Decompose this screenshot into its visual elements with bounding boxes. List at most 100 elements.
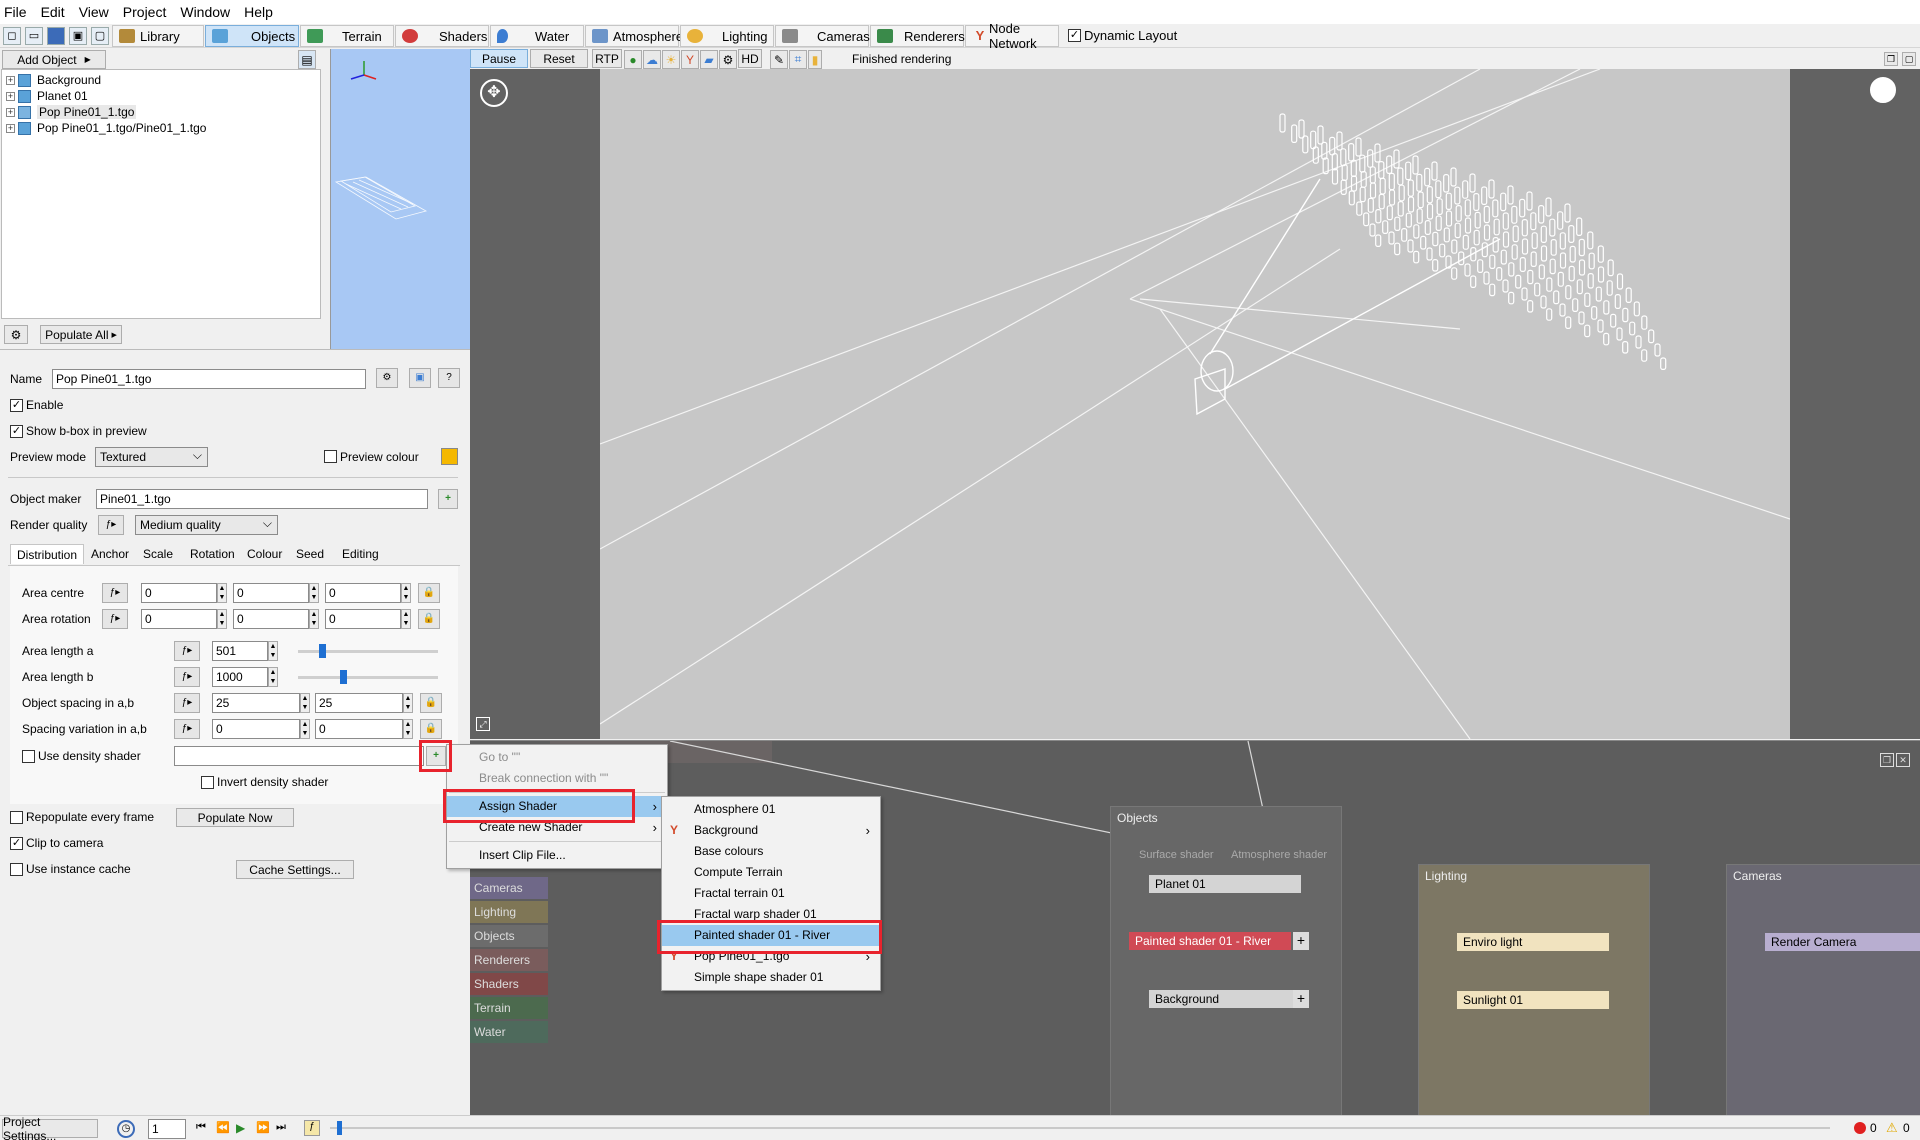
play-icon[interactable]: ▶ — [236, 1121, 250, 1136]
area-centre-y[interactable]: 0 — [233, 583, 309, 603]
tab-editing[interactable]: Editing — [336, 544, 385, 564]
tab-water[interactable]: Water — [490, 25, 584, 47]
function-icon[interactable]: ƒ▸ — [102, 609, 128, 629]
enable-checkbox[interactable]: ✓ — [10, 399, 23, 412]
node-render-camera[interactable]: Render Camera — [1765, 933, 1920, 951]
crop-icon[interactable]: ⌗ — [789, 50, 807, 69]
tab-shaders[interactable]: Shaders — [395, 25, 489, 47]
cloud-icon[interactable]: ☁ — [643, 50, 661, 69]
use-instance-cache-checkbox[interactable] — [10, 863, 23, 876]
skip-start-icon[interactable]: ⏮ — [196, 1121, 210, 1136]
menu-item-create-new-shader[interactable]: Create new Shader › — [447, 817, 667, 838]
new-file-icon[interactable]: ◻ — [3, 27, 21, 45]
pause-button[interactable]: Pause — [470, 49, 528, 68]
area-length-a-input[interactable]: 501 — [212, 641, 268, 661]
function-icon[interactable]: ƒ▸ — [174, 693, 200, 713]
submenu-item-background[interactable]: Y Background › — [662, 820, 880, 841]
tab-cameras[interactable]: Cameras — [775, 25, 870, 47]
add-node-icon[interactable]: + — [1293, 990, 1309, 1008]
tab-anchor[interactable]: Anchor — [85, 544, 135, 564]
area-length-b-slider[interactable] — [298, 670, 438, 684]
area-length-a-slider[interactable] — [298, 644, 438, 658]
dynamic-layout-checkbox[interactable]: ✓ — [1068, 29, 1081, 42]
spin-arrows-icon[interactable]: ▲ ▼ — [217, 583, 227, 603]
submenu-item-painted-shader[interactable]: Painted shader 01 - River — [662, 925, 880, 946]
populate-all-button[interactable]: Populate All ▶ — [40, 325, 122, 344]
show-bbox-checkbox[interactable]: ✓ — [10, 425, 23, 438]
add-node-icon[interactable]: + — [426, 746, 446, 766]
spin-arrows-icon[interactable]: ▲ ▼ — [401, 583, 411, 603]
tab-objects[interactable]: Objects — [205, 25, 299, 47]
lock-icon[interactable]: 🔒 — [420, 719, 442, 739]
settings-icon[interactable]: ⚙ — [719, 50, 737, 69]
timeline-thumb[interactable] — [337, 1121, 342, 1135]
rtp-button[interactable]: RTP — [592, 49, 622, 68]
tab-lighting[interactable]: Lighting — [680, 25, 774, 47]
maximize-icon[interactable]: ▢ — [1902, 52, 1916, 66]
submenu-item-fractal-warp[interactable]: Fractal warp shader 01 — [662, 904, 880, 925]
spin-arrows-icon[interactable]: ▲ ▼ — [300, 719, 310, 739]
submenu-item-simple-shape[interactable]: Simple shape shader 01 — [662, 967, 880, 988]
menu-item-assign-shader[interactable]: Assign Shader › — [447, 796, 667, 817]
tree-item-planet[interactable]: + Planet 01 — [2, 88, 320, 104]
expand-icon[interactable]: + — [6, 75, 15, 85]
object-spacing-a[interactable]: 25 — [212, 693, 300, 713]
node-icon[interactable]: Y — [681, 50, 699, 69]
menu-file[interactable]: File — [4, 4, 27, 20]
tab-scale[interactable]: Scale — [137, 544, 179, 564]
menu-item-go-to[interactable]: Go to "" — [447, 747, 667, 768]
submenu-item-pop-pine[interactable]: Y Pop Pine01_1.tgo › — [662, 946, 880, 967]
gear-icon[interactable]: ⚙ — [376, 368, 398, 388]
gear-icon[interactable]: ⚙ — [4, 325, 28, 344]
preview-mode-select[interactable]: Textured — [95, 446, 208, 467]
menu-item-insert-clip-file[interactable]: Insert Clip File... — [447, 845, 667, 866]
submenu-item-atmosphere[interactable]: Atmosphere 01 — [662, 799, 880, 820]
group-objects[interactable]: Objects Surface shader Atmosphere shader… — [1110, 806, 1342, 1116]
tree-item-background[interactable]: + Background — [2, 72, 320, 88]
water-icon[interactable]: ▰ — [700, 50, 718, 69]
add-node-icon[interactable]: + — [1293, 932, 1309, 950]
invert-density-shader-checkbox[interactable] — [201, 776, 214, 789]
preview-colour-swatch[interactable] — [441, 448, 458, 465]
area-rotation-z[interactable]: 0 — [325, 609, 401, 629]
populate-now-button[interactable]: Populate Now — [176, 808, 294, 827]
save-as-icon[interactable]: ▣ — [69, 27, 87, 45]
3d-viewport[interactable]: ✥ ⤢ — [470, 69, 1920, 739]
brush-icon[interactable]: ✎ — [770, 50, 788, 69]
spin-arrows-icon[interactable]: ▲ ▼ — [401, 609, 411, 629]
help-icon[interactable]: ? — [438, 368, 460, 388]
area-length-b-input[interactable]: 1000 — [212, 667, 268, 687]
render-quality-select[interactable]: Medium quality — [135, 514, 278, 535]
expand-icon[interactable]: + — [6, 91, 15, 101]
hd-button[interactable]: HD — [738, 49, 762, 68]
menu-project[interactable]: Project — [123, 4, 167, 20]
group-lighting[interactable]: Lighting Enviro light Sunlight 01 — [1418, 864, 1650, 1116]
restore-icon[interactable]: ❐ — [1884, 52, 1898, 66]
spin-arrows-icon[interactable]: ▲ ▼ — [268, 641, 278, 661]
navigation-ball-icon[interactable] — [1870, 77, 1896, 103]
resize-corner-icon[interactable]: ⤢ — [476, 717, 490, 731]
area-centre-z[interactable]: 0 — [325, 583, 401, 603]
object-spacing-b[interactable]: 25 — [315, 693, 403, 713]
tab-colour[interactable]: Colour — [241, 544, 288, 564]
menu-view[interactable]: View — [79, 4, 109, 20]
lock-icon[interactable]: 🔒 — [418, 583, 440, 603]
open-file-icon[interactable]: ▭ — [25, 27, 43, 45]
area-rotation-x[interactable]: 0 — [141, 609, 217, 629]
node-enviro-light[interactable]: Enviro light — [1457, 933, 1609, 951]
function-icon[interactable]: ƒ▸ — [174, 641, 200, 661]
spin-arrows-icon[interactable]: ▲ ▼ — [309, 609, 319, 629]
clock-icon[interactable]: ◷ — [117, 1120, 135, 1138]
add-node-icon[interactable]: + — [438, 489, 458, 509]
tab-distribution[interactable]: Distribution — [10, 544, 85, 564]
save-icon[interactable] — [47, 27, 65, 45]
spacing-variation-a[interactable]: 0 — [212, 719, 300, 739]
spin-arrows-icon[interactable]: ▲ ▼ — [309, 583, 319, 603]
area-centre-x[interactable]: 0 — [141, 583, 217, 603]
slider-thumb[interactable] — [319, 644, 326, 658]
timeline-track[interactable] — [330, 1121, 1830, 1135]
node-planet[interactable]: Planet 01 — [1149, 875, 1301, 893]
keyframe-icon[interactable]: ƒ — [304, 1120, 320, 1136]
pin-icon[interactable]: ▮ — [808, 50, 822, 69]
expand-icon[interactable]: + — [6, 123, 15, 133]
